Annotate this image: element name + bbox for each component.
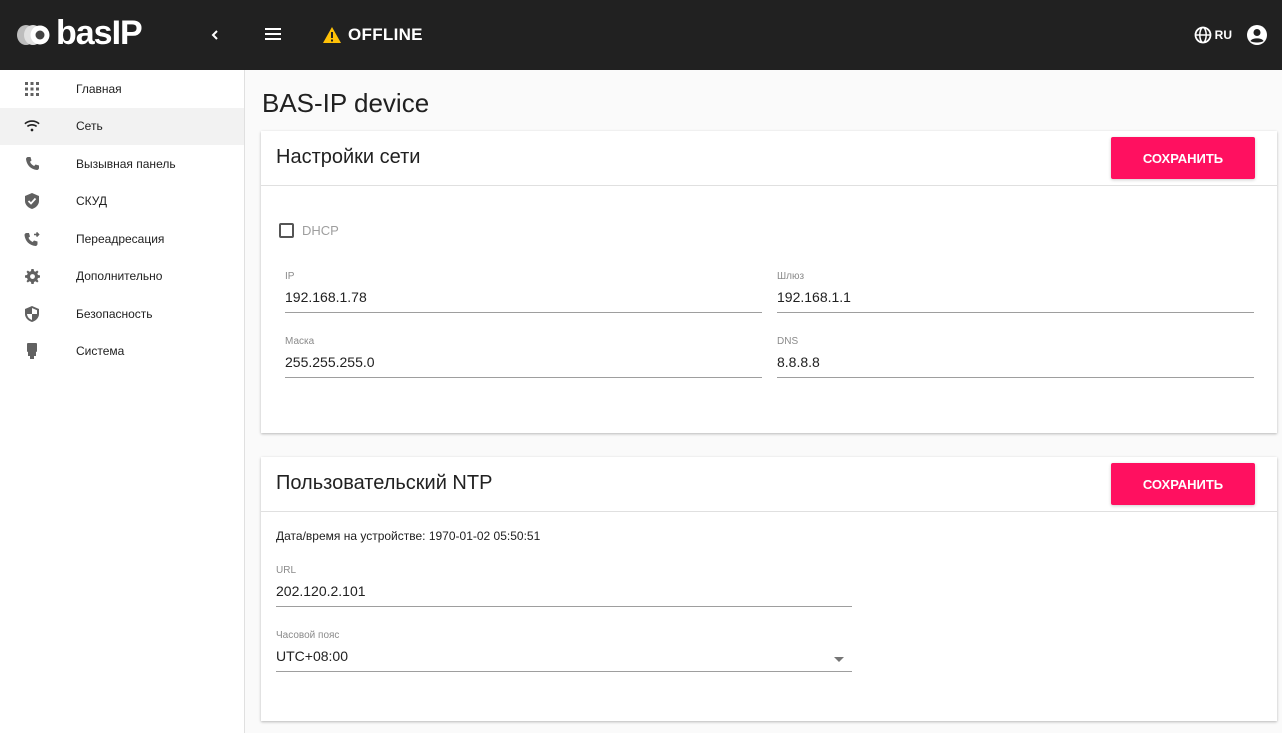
field-underline <box>285 377 762 378</box>
dhcp-checkbox[interactable] <box>279 223 294 238</box>
language-button[interactable]: RU <box>1194 26 1232 44</box>
logo-text: basIP <box>56 14 143 52</box>
page-title: BAS-IP device <box>262 88 430 118</box>
wifi-icon <box>24 118 40 134</box>
mask-input[interactable]: 255.255.255.0 <box>285 353 762 371</box>
ip-input[interactable]: 192.168.1.78 <box>285 288 762 306</box>
sidebar-item-access-control[interactable]: СКУД <box>0 183 244 221</box>
field-underline <box>777 312 1254 313</box>
ip-field[interactable]: IP 192.168.1.78 <box>285 271 762 313</box>
sidebar-item-network[interactable]: Сеть <box>0 107 244 145</box>
ntp-settings-card: Пользовательский NTP СОХРАНИТЬ Дата/врем… <box>261 457 1277 721</box>
top-bar: basIP OFFLINE RU <box>0 0 1282 70</box>
url-input[interactable]: 202.120.2.101 <box>276 582 852 600</box>
sidebar-item-forwarding[interactable]: Переадресация <box>0 220 244 258</box>
connection-status: OFFLINE <box>322 24 423 46</box>
ip-label: IP <box>285 271 295 282</box>
gear-icon <box>24 268 40 284</box>
sidebar-item-system[interactable]: Система <box>0 333 244 371</box>
url-label: URL <box>276 565 297 576</box>
status-text: OFFLINE <box>348 25 423 44</box>
phone-icon <box>24 156 40 172</box>
dhcp-label: DHCP <box>302 223 339 238</box>
field-underline <box>285 312 762 313</box>
mask-field[interactable]: Маска 255.255.255.0 <box>285 336 762 378</box>
sidebar-item-home[interactable]: Главная <box>0 70 244 108</box>
dhcp-checkbox-row[interactable]: DHCP <box>279 223 339 238</box>
menu-icon-line <box>265 33 281 35</box>
mask-label: Маска <box>285 336 315 347</box>
field-underline <box>276 671 852 672</box>
save-ntp-button[interactable]: СОХРАНИТЬ <box>1111 463 1255 505</box>
timezone-select[interactable]: Часовой пояс UTC+08:00 <box>276 630 852 672</box>
dns-input[interactable]: 8.8.8.8 <box>777 353 1254 371</box>
sidebar-item-advanced[interactable]: Дополнительно <box>0 258 244 296</box>
gateway-input[interactable]: 192.168.1.1 <box>777 288 1254 306</box>
menu-icon-line <box>265 28 281 30</box>
collapse-sidebar-button[interactable] <box>204 24 226 46</box>
url-field[interactable]: URL 202.120.2.101 <box>276 565 852 607</box>
phone-forward-icon <box>24 231 40 247</box>
top-right-controls: RU <box>1194 24 1268 46</box>
logo-area: basIP <box>0 0 245 70</box>
card-title: Пользовательский NTP <box>276 472 493 494</box>
save-network-button[interactable]: СОХРАНИТЬ <box>1111 137 1255 179</box>
sidebar-item-label: Система <box>76 344 125 359</box>
chevron-left-icon <box>211 30 218 40</box>
device-time-text: Дата/время на устройстве: 1970-01-02 05:… <box>276 529 541 543</box>
gateway-field[interactable]: Шлюз 192.168.1.1 <box>777 271 1254 313</box>
menu-icon-line <box>265 38 281 40</box>
account-icon[interactable] <box>1246 24 1268 46</box>
chevron-down-icon[interactable] <box>834 657 844 662</box>
sidebar-item-call-panel[interactable]: Вызывная панель <box>0 145 244 183</box>
sidebar-item-label: Дополнительно <box>76 269 163 284</box>
shield-check-icon <box>24 193 40 210</box>
dns-label: DNS <box>777 336 799 347</box>
card-header: Пользовательский NTP СОХРАНИТЬ <box>261 457 1277 512</box>
gateway-label: Шлюз <box>777 271 805 282</box>
sidebar: Главная Сеть Вызывная панель СКУД Переад… <box>0 70 245 733</box>
globe-icon <box>1194 26 1212 44</box>
sidebar-item-security[interactable]: Безопасность <box>0 295 244 333</box>
card-title: Настройки сети <box>276 146 421 168</box>
dns-field[interactable]: DNS 8.8.8.8 <box>777 336 1254 378</box>
field-underline <box>777 377 1254 378</box>
menu-button[interactable] <box>262 25 284 45</box>
sidebar-item-label: Главная <box>76 81 122 96</box>
logo-icon <box>17 25 50 45</box>
timezone-value[interactable]: UTC+08:00 <box>276 647 852 665</box>
field-underline <box>276 606 852 607</box>
card-header: Настройки сети СОХРАНИТЬ <box>261 131 1277 186</box>
sidebar-item-label: Безопасность <box>76 306 153 321</box>
apps-grid-icon <box>24 81 40 97</box>
sidebar-item-label: СКУД <box>76 194 108 209</box>
security-shield-icon <box>24 305 40 322</box>
system-icon <box>24 343 40 360</box>
language-label: RU <box>1214 28 1232 42</box>
sidebar-item-label: Вызывная панель <box>76 156 176 171</box>
sidebar-item-label: Переадресация <box>76 231 165 246</box>
timezone-label: Часовой пояс <box>276 630 340 641</box>
warning-icon <box>323 27 341 43</box>
sidebar-item-label: Сеть <box>76 119 103 134</box>
network-settings-card: Настройки сети СОХРАНИТЬ DHCP IP 192.168… <box>261 131 1277 433</box>
